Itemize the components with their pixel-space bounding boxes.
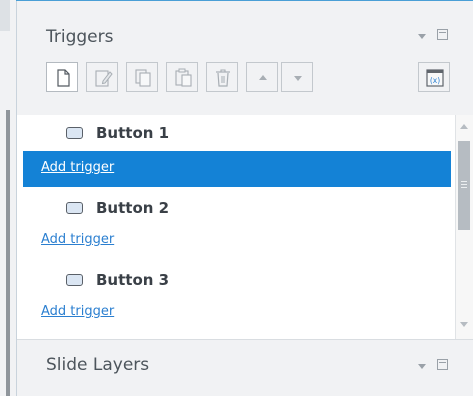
new-document-icon: [57, 69, 70, 87]
left-strip-top: [0, 0, 10, 31]
trash-icon: [216, 69, 230, 87]
left-strip-scrollbar[interactable]: [6, 110, 10, 396]
move-up-button[interactable]: [246, 62, 278, 92]
slide-layers-undock-icon[interactable]: [437, 359, 448, 370]
trigger-row-button-3[interactable]: Add trigger: [23, 295, 451, 331]
paste-icon: [175, 68, 192, 87]
triggers-panel-header: [17, 1, 473, 115]
paste-trigger-button[interactable]: [166, 62, 198, 92]
list-scrollbar[interactable]: [455, 115, 473, 339]
add-trigger-link[interactable]: Add trigger: [41, 232, 114, 247]
slide-layers-panel-title: Slide Layers: [46, 355, 150, 375]
triggers-collapse-chevron-icon[interactable]: [418, 34, 426, 39]
slide-layers-collapse-chevron-icon[interactable]: [418, 364, 426, 369]
variables-glyph: (x): [430, 76, 440, 85]
button-object-icon: [66, 127, 83, 139]
item-label: Button 3: [96, 271, 170, 289]
manage-variables-button[interactable]: (x): [418, 62, 450, 92]
button-object-icon: [66, 274, 83, 286]
item-header-button-3[interactable]: Button 3: [17, 259, 455, 295]
triggers-undock-icon[interactable]: [437, 29, 448, 40]
add-trigger-link[interactable]: Add trigger: [41, 160, 114, 175]
trigger-row-button-1[interactable]: Add trigger: [23, 151, 451, 187]
scroll-up-arrow-icon[interactable]: [460, 124, 468, 129]
arrow-down-icon: [294, 76, 302, 81]
item-label: Button 2: [96, 199, 170, 217]
trigger-row-button-2[interactable]: Add trigger: [23, 223, 451, 259]
copy-icon: [135, 69, 151, 87]
triggers-panel-title: Triggers: [46, 27, 114, 47]
new-trigger-button[interactable]: [46, 62, 78, 92]
copy-trigger-button[interactable]: [126, 62, 158, 92]
edit-icon: [95, 70, 113, 87]
item-header-button-1[interactable]: Button 1: [17, 115, 455, 151]
arrow-up-icon: [259, 75, 267, 80]
move-down-button[interactable]: [281, 62, 313, 92]
variables-icon: (x): [426, 69, 444, 87]
delete-trigger-button[interactable]: [206, 62, 238, 92]
item-header-button-2[interactable]: Button 2: [17, 187, 455, 223]
item-label: Button 1: [96, 124, 170, 142]
edit-trigger-button[interactable]: [86, 62, 118, 92]
left-edge-strip: [0, 0, 10, 396]
triggers-list: Button 1 Add trigger Button 2 Add trigge…: [17, 115, 455, 339]
add-trigger-link[interactable]: Add trigger: [41, 304, 114, 319]
scroll-thumb[interactable]: [458, 141, 470, 230]
button-object-icon: [66, 202, 83, 214]
scroll-down-arrow-icon[interactable]: [460, 322, 468, 327]
